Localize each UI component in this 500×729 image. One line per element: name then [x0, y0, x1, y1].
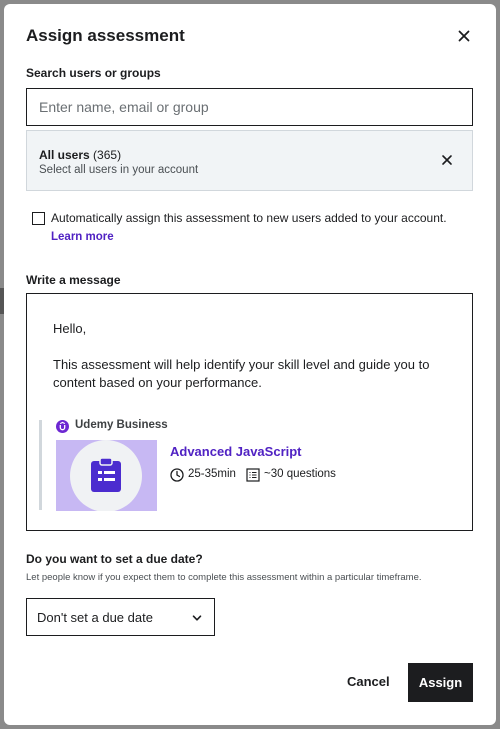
course-title-link[interactable]: Advanced JavaScript [170, 444, 302, 459]
clipboard-icon [91, 458, 121, 492]
due-date-label: Do you want to set a due date? [26, 552, 203, 566]
clock-icon [170, 468, 184, 482]
brand-name: Udemy Business [75, 419, 168, 431]
due-date-select-value: Don't set a due date [37, 610, 153, 625]
message-body: This assessment will help identify your … [53, 357, 430, 390]
chevron-down-icon [192, 615, 202, 621]
search-input[interactable] [26, 88, 473, 126]
all-users-subtitle: Select all users in your account [39, 164, 199, 176]
learn-more-link[interactable]: Learn more [51, 231, 114, 243]
message-editor[interactable]: Hello, This assessment will help identif… [26, 293, 473, 531]
due-date-help: Let people know if you expect them to co… [26, 572, 422, 583]
assign-assessment-dialog: Assign assessment Search users or groups… [4, 4, 496, 725]
all-users-name: All users [39, 148, 90, 162]
auto-assign-checkbox[interactable] [32, 212, 45, 225]
message-label: Write a message [26, 273, 121, 287]
due-date-select[interactable]: Don't set a due date [26, 598, 215, 636]
card-quote-bar [39, 420, 42, 510]
close-icon [458, 30, 470, 42]
remove-all-users-button[interactable] [437, 150, 457, 170]
close-button[interactable] [452, 24, 476, 48]
udemy-logo-icon [56, 420, 69, 433]
message-greeting: Hello, [53, 321, 87, 336]
list-icon [246, 468, 260, 482]
question-count: ~30 questions [264, 468, 336, 480]
course-thumbnail[interactable] [56, 440, 157, 511]
close-icon [442, 155, 452, 165]
dialog-title: Assign assessment [26, 26, 185, 45]
search-label: Search users or groups [26, 66, 161, 80]
assign-button[interactable]: Assign [408, 663, 473, 702]
auto-assign-label: Automatically assign this assessment to … [51, 211, 447, 225]
cancel-button[interactable]: Cancel [347, 674, 390, 689]
course-duration: 25-35min [188, 468, 236, 480]
all-users-selection: All users (365) Select all users in your… [26, 130, 473, 191]
all-users-title: All users (365) [39, 148, 121, 162]
all-users-count: (365) [93, 148, 122, 162]
